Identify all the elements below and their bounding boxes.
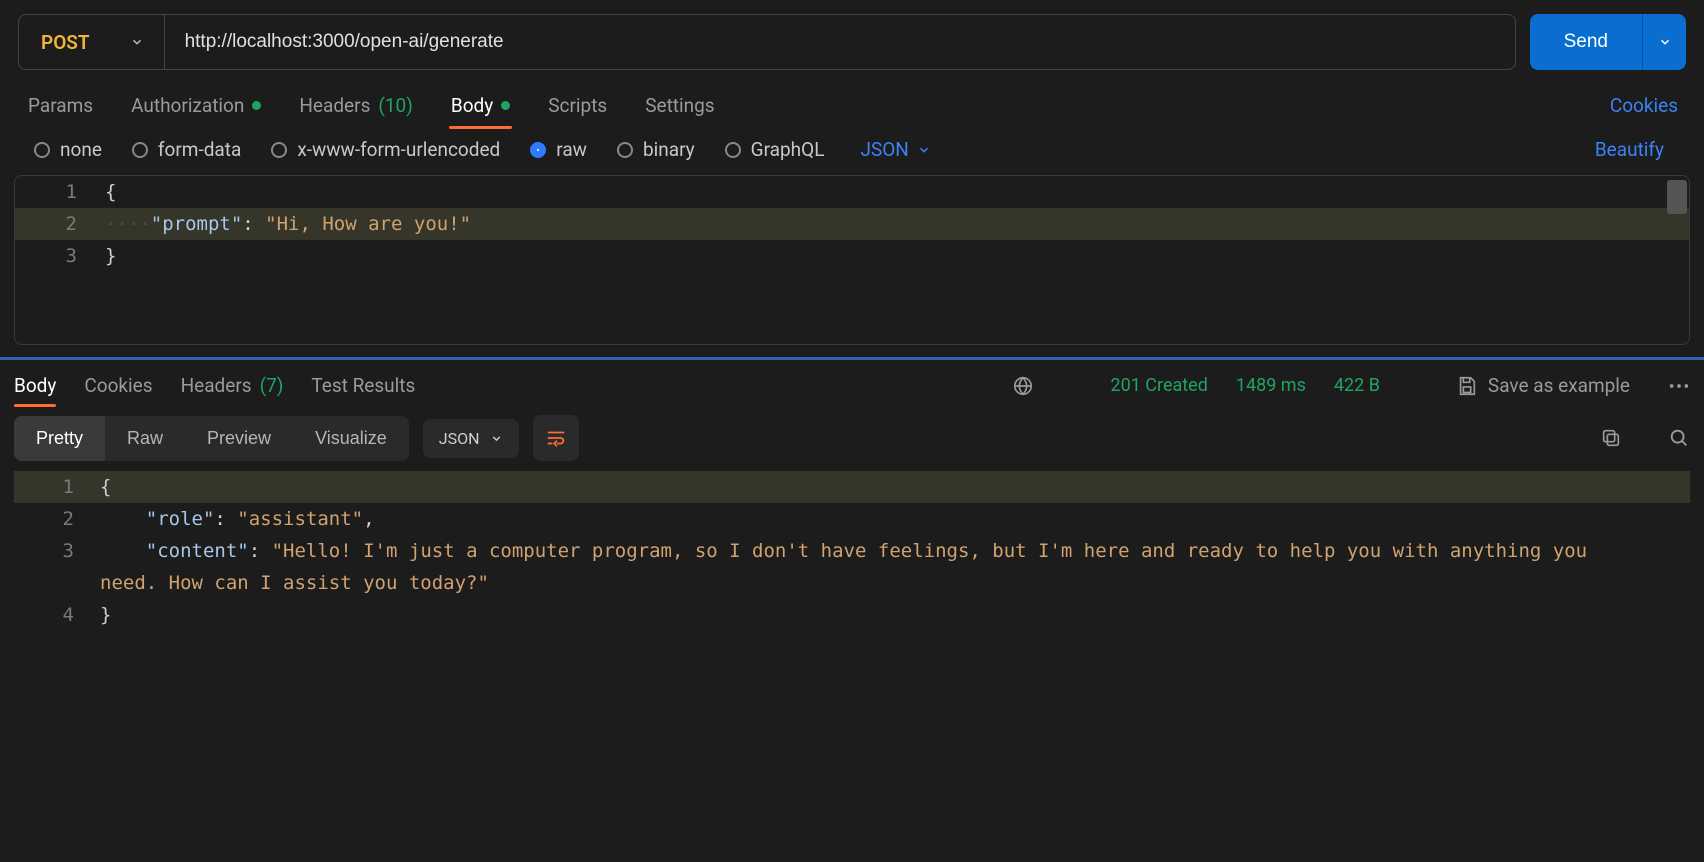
status-dot-icon (501, 101, 510, 110)
send-button[interactable]: Send (1530, 14, 1642, 70)
http-method-select[interactable]: POST (19, 15, 165, 69)
status-dot-icon (252, 101, 261, 110)
search-icon[interactable] (1668, 427, 1690, 449)
copy-icon[interactable] (1600, 427, 1622, 449)
save-icon (1456, 375, 1478, 397)
body-type-none[interactable]: none (34, 138, 102, 161)
send-button-group: Send (1530, 14, 1686, 70)
url-input[interactable] (165, 15, 1515, 69)
tab-body[interactable]: Body (449, 84, 512, 127)
more-icon[interactable] (1658, 382, 1690, 390)
body-language-select[interactable]: JSON (854, 138, 930, 161)
save-as-example-button[interactable]: Save as example (1456, 374, 1630, 397)
globe-icon[interactable] (1012, 375, 1034, 397)
beautify-button[interactable]: Beautify (1595, 138, 1670, 161)
tab-headers[interactable]: Headers (10) (297, 84, 414, 127)
cookies-link[interactable]: Cookies (1610, 94, 1678, 117)
minimap-scroll[interactable] (1667, 180, 1687, 214)
line-number: 3 (14, 535, 100, 599)
view-raw[interactable]: Raw (105, 416, 185, 461)
response-language-select[interactable]: JSON (423, 419, 519, 458)
line-number: 2 (15, 208, 105, 240)
chevron-down-icon (130, 35, 144, 49)
resp-tab-cookies[interactable]: Cookies (84, 368, 152, 403)
resp-tab-test-results[interactable]: Test Results (311, 368, 415, 403)
response-status: 201 Created (1110, 375, 1207, 396)
response-size: 422 B (1334, 375, 1380, 396)
line-number: 4 (14, 599, 100, 631)
response-time: 1489 ms (1236, 375, 1306, 396)
url-bar: POST (18, 14, 1516, 70)
line-number: 3 (15, 240, 105, 272)
request-body-editor[interactable]: 1{ 2····"prompt": "Hi, How are you!" 3} (14, 175, 1690, 345)
body-type-urlencoded[interactable]: x-www-form-urlencoded (271, 138, 500, 161)
chevron-down-icon (490, 432, 503, 445)
line-number: 1 (14, 471, 100, 503)
send-dropdown[interactable] (1642, 14, 1686, 70)
resp-tab-headers[interactable]: Headers (7) (181, 368, 284, 403)
chevron-down-icon (917, 143, 931, 157)
response-view-mode: Pretty Raw Preview Visualize (14, 416, 409, 461)
http-method-label: POST (41, 31, 90, 54)
word-wrap-toggle[interactable] (533, 415, 579, 461)
body-type-form-data[interactable]: form-data (132, 138, 241, 161)
tab-params[interactable]: Params (26, 84, 95, 127)
resp-tab-body[interactable]: Body (14, 368, 56, 403)
view-pretty[interactable]: Pretty (14, 416, 105, 461)
body-type-raw[interactable]: raw (530, 138, 587, 161)
chevron-down-icon (1658, 35, 1672, 49)
tab-scripts[interactable]: Scripts (546, 84, 609, 127)
response-body-editor[interactable]: 1{ 2 "role": "assistant", 3 "content": "… (14, 471, 1690, 631)
line-number: 1 (15, 176, 105, 208)
view-preview[interactable]: Preview (185, 416, 293, 461)
tab-settings[interactable]: Settings (643, 84, 716, 127)
line-number: 2 (14, 503, 100, 535)
tab-authorization[interactable]: Authorization (129, 84, 263, 127)
body-type-graphql[interactable]: GraphQL (725, 138, 825, 161)
view-visualize[interactable]: Visualize (293, 416, 409, 461)
body-type-binary[interactable]: binary (617, 138, 695, 161)
